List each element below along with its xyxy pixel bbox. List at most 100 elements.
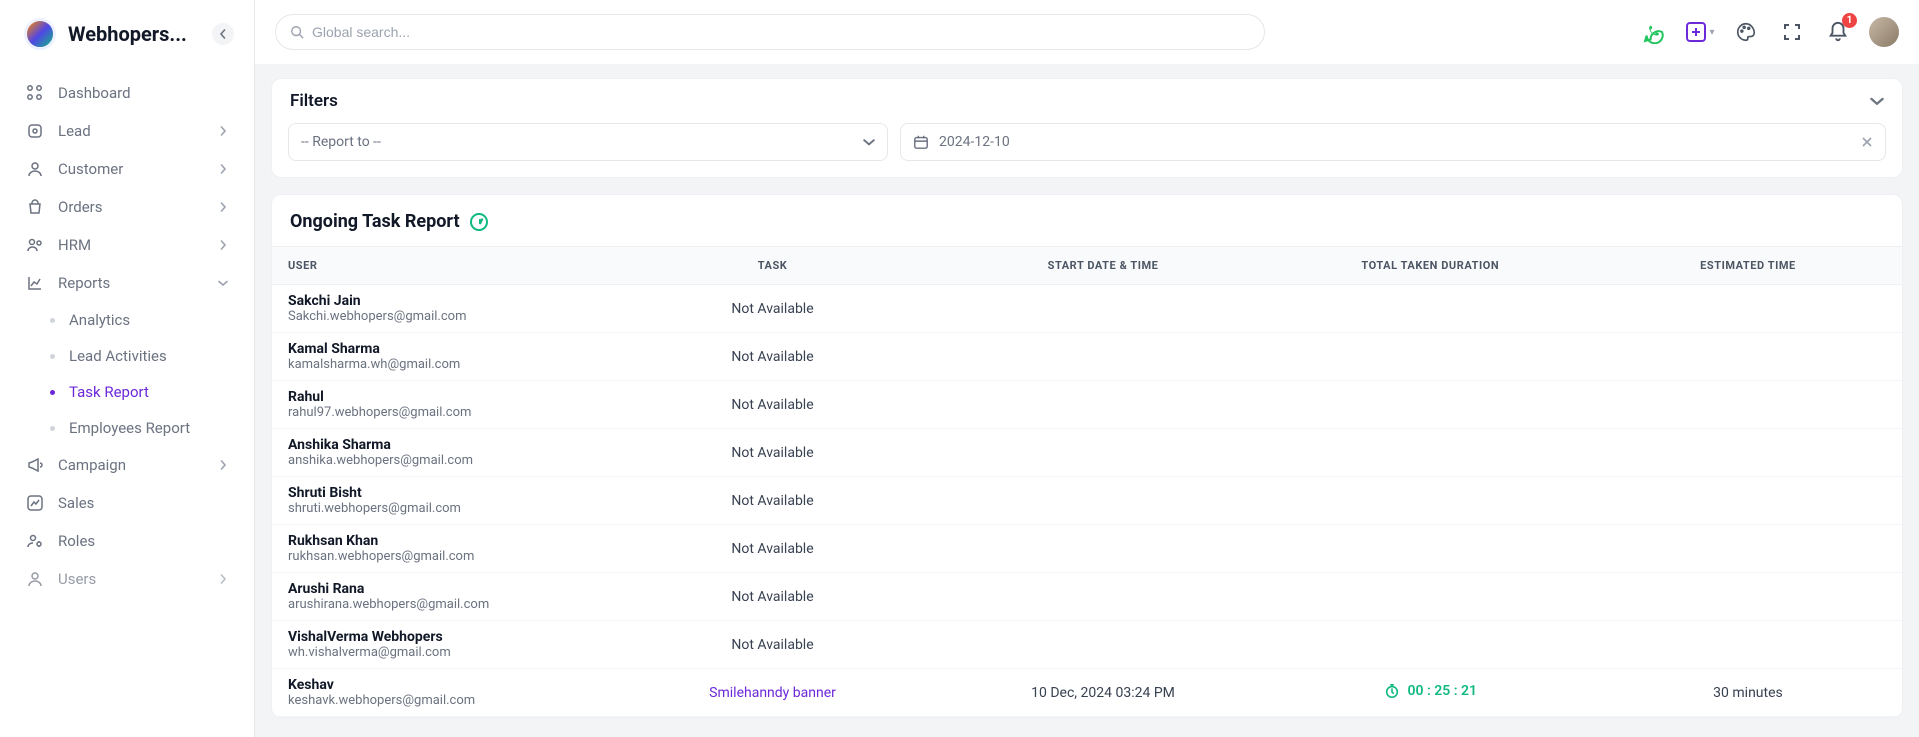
nav-reports[interactable]: Reports bbox=[12, 264, 242, 302]
whatsapp-button[interactable] bbox=[1639, 17, 1669, 47]
nav-roles[interactable]: Roles bbox=[12, 522, 242, 560]
table-row: Rahulrahul97.webhopers@gmail.com Not Avai… bbox=[272, 381, 1902, 429]
sub-employees-report[interactable]: Employees Report bbox=[36, 410, 242, 446]
cell-task[interactable]: Smilehanndy banner bbox=[606, 669, 940, 717]
sidebar-collapse-button[interactable] bbox=[212, 23, 234, 45]
table-row: Kamal Sharmakamalsharma.wh@gmail.com Not … bbox=[272, 333, 1902, 381]
cell-estimated bbox=[1594, 525, 1902, 573]
clear-date-button[interactable] bbox=[1861, 136, 1873, 148]
global-search[interactable] bbox=[275, 14, 1265, 50]
report-table: USER TASK START DATE & TIME TOTAL TAKEN … bbox=[272, 246, 1902, 717]
cell-start bbox=[939, 573, 1266, 621]
cell-user: VishalVerma Webhoperswh.vishalverma@gmai… bbox=[272, 621, 606, 669]
user-email: rahul97.webhopers@gmail.com bbox=[288, 405, 590, 420]
user-email: Sakchi.webhopers@gmail.com bbox=[288, 309, 590, 324]
col-start: START DATE & TIME bbox=[939, 247, 1266, 285]
cell-estimated bbox=[1594, 621, 1902, 669]
nav-orders[interactable]: Orders bbox=[12, 188, 242, 226]
sub-employees-report-label: Employees Report bbox=[69, 419, 190, 437]
nav-hrm[interactable]: HRM bbox=[12, 226, 242, 264]
nav-dashboard[interactable]: Dashboard bbox=[12, 74, 242, 112]
task-na: Not Available bbox=[731, 301, 813, 317]
user-email: kamalsharma.wh@gmail.com bbox=[288, 357, 590, 372]
user-name: Arushi Rana bbox=[288, 581, 590, 597]
user-name: Kamal Sharma bbox=[288, 341, 590, 357]
task-na: Not Available bbox=[731, 589, 813, 605]
task-na: Not Available bbox=[731, 445, 813, 461]
cell-task: Not Available bbox=[606, 381, 940, 429]
col-task: TASK bbox=[606, 247, 940, 285]
bullet-icon bbox=[50, 390, 55, 395]
palette-icon bbox=[1735, 21, 1757, 43]
notifications-button[interactable]: 1 bbox=[1823, 17, 1853, 47]
cell-user: Anshika Sharmaanshika.webhopers@gmail.co… bbox=[272, 429, 606, 477]
cell-user: Arushi Ranaarushirana.webhopers@gmail.co… bbox=[272, 573, 606, 621]
user-email: rukhsan.webhopers@gmail.com bbox=[288, 549, 590, 564]
col-user: USER bbox=[272, 247, 606, 285]
sub-lead-activities[interactable]: Lead Activities bbox=[36, 338, 242, 374]
sub-analytics[interactable]: Analytics bbox=[36, 302, 242, 338]
duration-value: 00 : 25 : 21 bbox=[1408, 683, 1478, 699]
chevron-right-icon bbox=[218, 574, 228, 584]
chevron-right-icon bbox=[218, 202, 228, 212]
col-duration: TOTAL TAKEN DURATION bbox=[1267, 247, 1594, 285]
main: ▾ 1 Filters -- bbox=[255, 0, 1919, 737]
sub-analytics-label: Analytics bbox=[69, 311, 130, 329]
top-actions: ▾ 1 bbox=[1639, 17, 1899, 47]
task-link[interactable]: Smilehanndy banner bbox=[709, 685, 836, 701]
cell-estimated: 30 minutes bbox=[1594, 669, 1902, 717]
cell-start bbox=[939, 429, 1266, 477]
topbar: ▾ 1 bbox=[255, 0, 1919, 64]
filters-toggle[interactable] bbox=[1870, 94, 1884, 108]
user-email: anshika.webhopers@gmail.com bbox=[288, 453, 590, 468]
date-filter[interactable]: 2024-12-10 bbox=[900, 123, 1886, 161]
user-name: Keshav bbox=[288, 677, 590, 693]
cell-estimated bbox=[1594, 285, 1902, 333]
nav-users[interactable]: Users bbox=[12, 560, 242, 598]
user-name: Sakchi Jain bbox=[288, 293, 590, 309]
filters-header: Filters bbox=[272, 79, 1902, 123]
add-button[interactable]: ▾ bbox=[1685, 17, 1715, 47]
cell-start bbox=[939, 525, 1266, 573]
grid-icon bbox=[26, 84, 44, 102]
table-row: Keshavkeshavk.webhopers@gmail.com Smileha… bbox=[272, 669, 1902, 717]
cell-start bbox=[939, 621, 1266, 669]
nav-reports-submenu: Analytics Lead Activities Task Report Em… bbox=[12, 302, 242, 446]
search-input[interactable] bbox=[312, 24, 1250, 40]
cell-duration bbox=[1267, 573, 1594, 621]
nav-sales[interactable]: Sales bbox=[12, 484, 242, 522]
task-na: Not Available bbox=[731, 349, 813, 365]
cell-start bbox=[939, 381, 1266, 429]
user-email: shruti.webhopers@gmail.com bbox=[288, 501, 590, 516]
nav-reports-label: Reports bbox=[58, 274, 110, 292]
nav-campaign[interactable]: Campaign bbox=[12, 446, 242, 484]
nav-users-label: Users bbox=[58, 570, 96, 588]
user-gear-icon bbox=[26, 532, 44, 550]
cell-duration bbox=[1267, 429, 1594, 477]
nav-customer[interactable]: Customer bbox=[12, 150, 242, 188]
cell-start: 10 Dec, 2024 03:24 PM bbox=[939, 669, 1266, 717]
cell-duration bbox=[1267, 333, 1594, 381]
bullet-icon bbox=[50, 426, 55, 431]
cell-user: Shruti Bishtshruti.webhopers@gmail.com bbox=[272, 477, 606, 525]
report-to-select[interactable]: -- Report to -- bbox=[288, 123, 888, 161]
nav-lead[interactable]: Lead bbox=[12, 112, 242, 150]
task-na: Not Available bbox=[731, 637, 813, 653]
user-name: Rahul bbox=[288, 389, 590, 405]
filters-body: -- Report to -- 2024-12-10 bbox=[272, 123, 1902, 177]
sub-task-report[interactable]: Task Report bbox=[36, 374, 242, 410]
task-na: Not Available bbox=[731, 493, 813, 509]
bullet-icon bbox=[50, 318, 55, 323]
cell-estimated bbox=[1594, 333, 1902, 381]
fullscreen-button[interactable] bbox=[1777, 17, 1807, 47]
stopwatch-icon bbox=[1384, 683, 1400, 699]
chevron-down-icon bbox=[1870, 94, 1884, 108]
theme-button[interactable] bbox=[1731, 17, 1761, 47]
nav: Dashboard Lead Customer Orders HRM Repor… bbox=[0, 68, 254, 604]
cell-start bbox=[939, 477, 1266, 525]
megaphone-icon bbox=[26, 456, 44, 474]
bag-icon bbox=[26, 198, 44, 216]
user-avatar[interactable] bbox=[1869, 17, 1899, 47]
cell-user: Keshavkeshavk.webhopers@gmail.com bbox=[272, 669, 606, 717]
cell-task: Not Available bbox=[606, 285, 940, 333]
